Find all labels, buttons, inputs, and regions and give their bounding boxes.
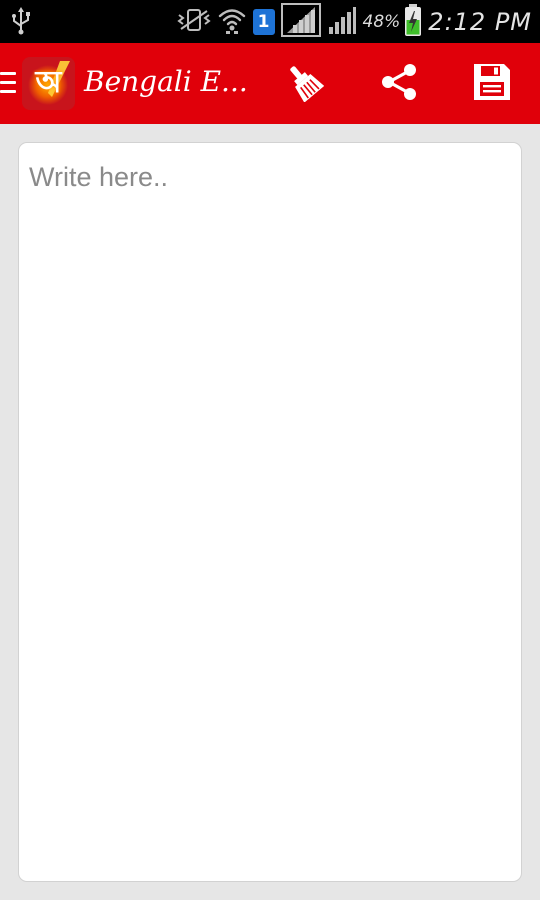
app-bar: অ Bengali E... xyxy=(0,43,540,124)
usb-icon xyxy=(10,7,32,39)
editor-card xyxy=(18,142,522,882)
app-logo-glyph: অ xyxy=(35,65,62,100)
sim-icon: 1 xyxy=(252,8,275,35)
broom-icon xyxy=(284,62,325,106)
save-button[interactable] xyxy=(470,62,514,106)
signal-box-icon xyxy=(280,2,321,41)
status-bar: 1 48% 2:12 PM xyxy=(0,0,540,43)
clock: 2:12 PM xyxy=(428,7,532,36)
share-button[interactable] xyxy=(377,62,421,106)
battery-charging-icon xyxy=(404,3,422,41)
battery-percent: 48% xyxy=(362,11,401,32)
clear-button[interactable] xyxy=(282,62,326,106)
signal-icon xyxy=(327,5,357,39)
text-editor[interactable] xyxy=(19,143,521,881)
menu-icon[interactable] xyxy=(0,72,16,94)
app-logo[interactable]: অ xyxy=(22,57,75,110)
wifi-icon xyxy=(217,5,247,39)
app-title: Bengali E... xyxy=(84,65,248,98)
save-icon xyxy=(471,61,513,107)
share-icon xyxy=(379,62,419,106)
vibrate-icon xyxy=(176,7,211,37)
